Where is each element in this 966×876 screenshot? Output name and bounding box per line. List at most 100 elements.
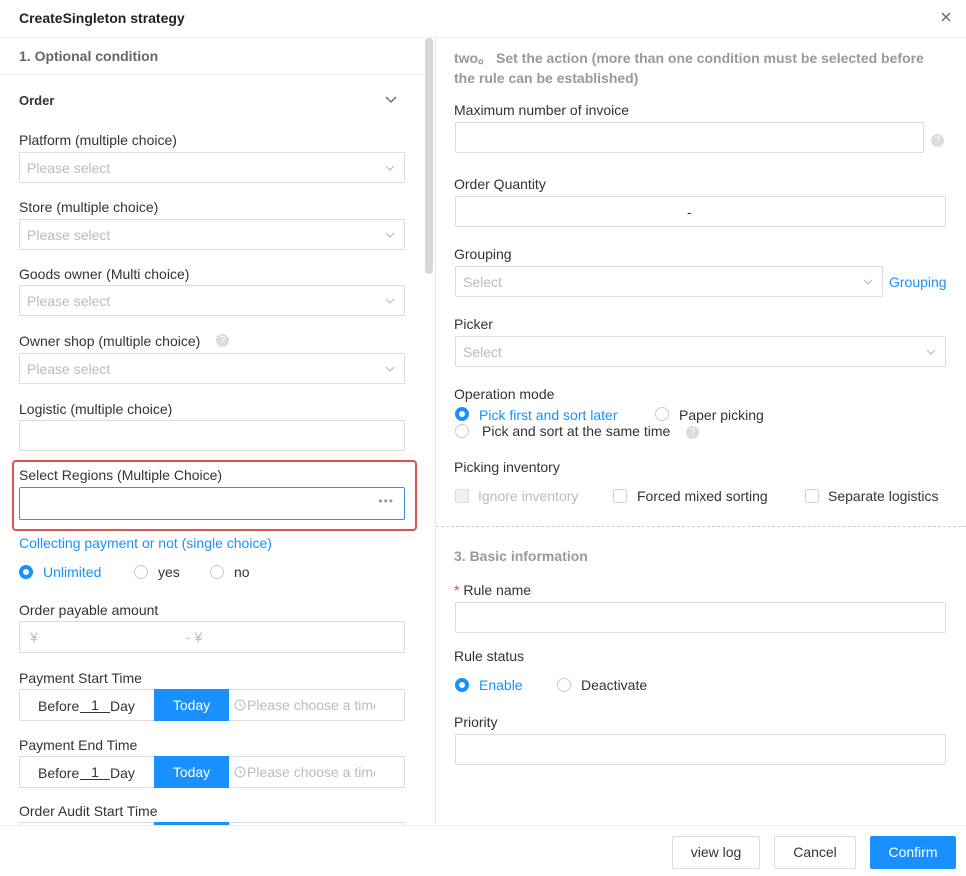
max-invoice-label: Maximum number of invoice [454,102,630,118]
conditions-panel[interactable]: 1. Optional condition Order Platform (mu… [0,38,436,825]
close-icon[interactable] [938,9,954,25]
radio-pick-sort-same[interactable] [455,424,469,438]
checkbox-ignore-inventory-label[interactable]: Ignore inventory [478,488,578,504]
chevron-down-icon [385,232,395,238]
before-day-input[interactable]: Before 1 Day [20,690,154,720]
radio-deactivate-label[interactable]: Deactivate [581,677,647,693]
section3-title: 3. Basic information [454,548,588,564]
payment-start-label: Payment Start Time [19,670,142,686]
help-icon[interactable]: ? [931,134,944,147]
radio-pick-sort-same-label[interactable]: Pick and sort at the same time [482,423,670,439]
platform-placeholder: Please select [27,160,111,176]
cancel-button[interactable]: Cancel [774,836,856,869]
currency-symbol: ¥ [30,629,38,645]
help-icon[interactable]: ? [686,426,699,439]
dialog-title: CreateSingleton strategy [19,10,185,26]
collecting-label: Collecting payment or not (single choice… [19,535,272,551]
section2-title-line1: two。 Set the action (more than one condi… [454,50,924,66]
more-icon[interactable]: ••• [378,494,394,508]
platform-select[interactable]: Please select [19,152,405,183]
before-day-input[interactable]: Before 1 Day [20,757,154,787]
section-optional-condition: 1. Optional condition [0,38,424,75]
regions-label: Select Regions (Multiple Choice) [19,467,223,483]
priority-input[interactable] [455,734,946,765]
day-value[interactable]: 1 [80,765,110,780]
time-picker[interactable]: Please choose a time [231,690,405,720]
confirm-button[interactable]: Confirm [870,836,956,869]
required-marker: * [454,582,460,598]
payment-start-row: Before 1 Day Today Please choose a time [19,689,405,721]
radio-pick-first[interactable] [455,407,469,421]
radio-unlimited-label[interactable]: Unlimited [43,564,101,580]
checkbox-separate-logistics[interactable] [805,489,819,503]
radio-yes-label[interactable]: yes [158,564,180,580]
radio-no[interactable] [210,565,224,579]
picking-inventory-label: Picking inventory [454,459,560,475]
clock-icon [234,699,246,711]
owner-shop-placeholder: Please select [27,361,111,377]
operation-mode-label: Operation mode [454,386,555,402]
owner-shop-select[interactable]: Please select [19,353,405,384]
radio-enable-label[interactable]: Enable [479,677,523,693]
today-button[interactable]: Today [154,756,229,788]
range-separator: - [687,204,692,220]
time-picker[interactable]: Please choose a time [231,757,405,787]
chevron-down-icon [926,349,936,355]
order-qty-range-input[interactable]: - [455,196,946,227]
priority-label: Priority [454,714,498,730]
max-invoice-input[interactable] [455,122,924,153]
grouping-label: Grouping [454,246,512,262]
payable-label: Order payable amount [19,602,159,618]
checkbox-ignore-inventory[interactable] [455,489,469,503]
regions-textarea[interactable]: ••• [19,487,405,520]
checkbox-forced-mixed[interactable] [613,489,627,503]
time-placeholder: Please choose a time [247,764,375,780]
radio-enable[interactable] [455,678,469,692]
platform-label: Platform (multiple choice) [19,132,177,148]
goods-owner-select[interactable]: Please select [19,285,405,316]
order-qty-label: Order Quantity [454,176,546,192]
day-text: Day [110,765,135,781]
before-text: Before [38,698,80,714]
dialog-footer: view log Cancel Confirm [0,825,966,876]
scrollbar[interactable] [425,38,433,274]
owner-shop-label: Owner shop (multiple choice) [19,333,201,349]
grouping-placeholder: Select [463,274,502,290]
day-text: Day [110,698,135,714]
audit-start-label: Order Audit Start Time [19,803,158,819]
picker-label: Picker [454,316,493,332]
dialog-header: CreateSingleton strategy [0,0,966,38]
goods-owner-placeholder: Please select [27,293,111,309]
section2-title-line2: the rule can be established) [454,70,639,86]
section-divider [436,526,966,527]
picker-placeholder: Select [463,344,502,360]
grouping-select[interactable]: Select [455,266,883,297]
radio-paper-picking[interactable] [655,407,669,421]
payable-range-input[interactable]: ¥ - ¥ [19,621,405,653]
grouping-link[interactable]: Grouping [889,274,947,290]
store-select[interactable]: Please select [19,219,405,250]
radio-yes[interactable] [134,565,148,579]
store-label: Store (multiple choice) [19,199,159,215]
checkbox-forced-mixed-label[interactable]: Forced mixed sorting [637,488,768,504]
picker-select[interactable]: Select [455,336,946,367]
rule-name-input[interactable] [455,602,946,633]
action-panel: two。 Set the action (more than one condi… [436,38,966,825]
radio-pick-first-label[interactable]: Pick first and sort later [479,407,618,423]
rule-name-label: * Rule name [454,582,531,598]
help-icon[interactable]: ? [216,334,229,347]
range-separator: - ¥ [186,629,203,645]
radio-paper-picking-label[interactable]: Paper picking [679,407,764,423]
clock-icon [234,766,246,778]
radio-deactivate[interactable] [557,678,571,692]
view-log-button[interactable]: view log [672,836,760,869]
chevron-down-icon[interactable] [384,92,398,106]
today-button[interactable]: Today [154,689,229,721]
checkbox-separate-logistics-label[interactable]: Separate logistics [828,488,939,504]
logistic-label: Logistic (multiple choice) [19,401,173,417]
radio-no-label[interactable]: no [234,564,250,580]
radio-unlimited[interactable] [19,565,33,579]
day-value[interactable]: 1 [80,698,110,713]
chevron-down-icon [385,366,395,372]
logistic-input[interactable] [19,420,405,451]
